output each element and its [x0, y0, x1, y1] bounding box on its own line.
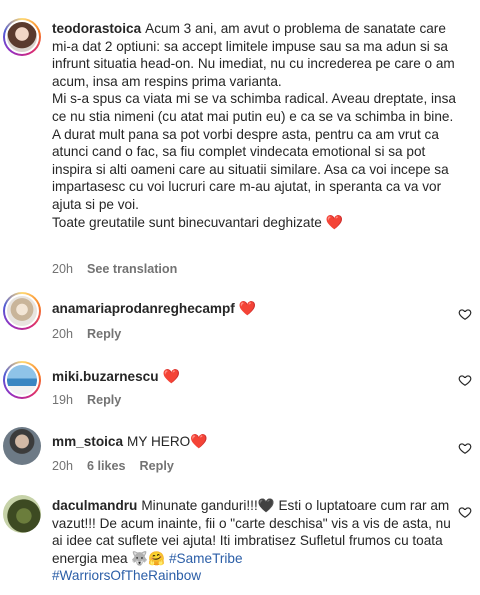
username[interactable]: teodorastoica [52, 21, 141, 36]
reply-button[interactable]: Reply [87, 393, 121, 407]
comment-body: anamariaprodanreghecampf ❤️ [52, 300, 460, 318]
comment-body: teodorastoica Acum 3 ani, am avut o probl… [52, 20, 460, 231]
avatar[interactable] [3, 292, 41, 330]
comment-paragraph-4: Toate greutatile sunt binecuvantari degh… [52, 213, 344, 230]
avatar[interactable] [3, 427, 41, 465]
username[interactable]: daculmandru [52, 498, 137, 513]
see-translation-link[interactable]: See translation [87, 262, 177, 276]
wolf-hug-emoji: 🐺🤗 [131, 550, 166, 566]
comment-meta: 20h Reply [52, 327, 121, 341]
comment-paragraph-3: A durat mult pana sa pot vorbi despre as… [52, 126, 449, 212]
red-heart-emoji: ❤️ [190, 433, 208, 449]
reply-button[interactable]: Reply [140, 459, 174, 473]
comment-body: mm_stoica MY HERO❤️ [52, 433, 460, 451]
username[interactable]: mm_stoica [52, 434, 123, 449]
like-heart-icon[interactable] [458, 505, 472, 519]
likes-count[interactable]: 6 likes [87, 459, 126, 473]
avatar[interactable] [3, 495, 41, 533]
avatar[interactable] [3, 361, 41, 399]
reply-button[interactable]: Reply [87, 327, 121, 341]
hashtag-link[interactable]: #WarriorsOfTheRainbow [52, 567, 460, 585]
black-heart-emoji: 🖤 [257, 498, 275, 513]
like-heart-icon[interactable] [458, 307, 472, 321]
avatar[interactable] [3, 18, 41, 56]
comment-text-part-1: Minunate ganduri!!! [141, 498, 258, 513]
timestamp: 19h [52, 393, 74, 407]
like-heart-icon[interactable] [458, 441, 472, 455]
comment-text: MY HERO [127, 434, 191, 449]
comment-body: daculmandru Minunate ganduri!!!🖤 Esti o l… [52, 497, 460, 585]
red-heart-emoji: ❤️ [238, 300, 257, 316]
username[interactable]: miki.buzarnescu [52, 369, 159, 384]
red-heart-emoji: ❤️ [162, 368, 180, 384]
comment-paragraph-2: Mi s-a spus ca viata mi se va schimba ra… [52, 91, 456, 124]
username[interactable]: anamariaprodanreghecampf [52, 301, 235, 316]
hashtag-link[interactable]: #SameTribe [169, 551, 243, 566]
like-heart-icon[interactable] [458, 373, 472, 387]
comment-meta: 19h Reply [52, 393, 121, 407]
red-heart-emoji: ❤️ [325, 213, 344, 230]
timestamp: 20h [52, 459, 74, 473]
timestamp: 20h [52, 327, 74, 341]
timestamp: 20h [52, 262, 74, 276]
comment-meta: 20h See translation [52, 262, 177, 276]
comment-meta: 20h 6 likes Reply [52, 459, 174, 473]
comment-body: miki.buzarnescu ❤️ [52, 368, 460, 386]
